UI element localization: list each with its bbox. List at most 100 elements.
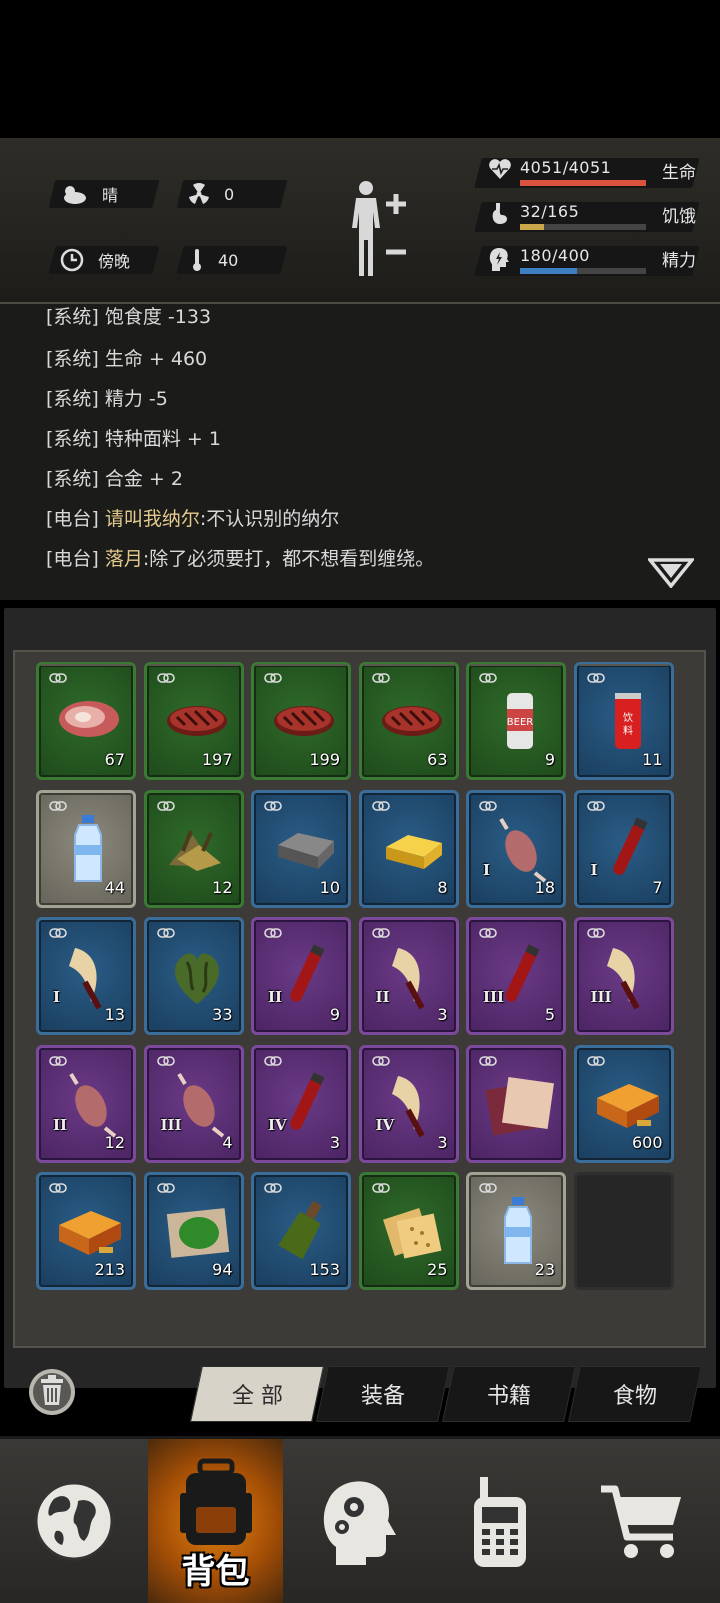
tab-all[interactable]: 全 部 — [190, 1366, 324, 1422]
raw-steak-icon — [59, 701, 119, 737]
health-value: 4051/4051 — [520, 158, 612, 177]
inventory-slot-gold-bar[interactable]: 8 — [358, 789, 459, 908]
health-label: 生命 — [662, 163, 696, 183]
log-line: [系统] 合金 + 2 — [46, 468, 183, 490]
radio-line: [电台] 落月:除了必须要打，都不想看到缠绕。 — [46, 548, 435, 570]
health-bar — [520, 180, 646, 186]
ammo-box-icon — [59, 1211, 121, 1255]
tab-equipment[interactable]: 装备 — [316, 1366, 450, 1422]
weather-indicator[interactable]: 晴 — [60, 180, 118, 208]
inventory-slot-blood-vial[interactable]: II 9 — [251, 917, 351, 1035]
temperature-indicator[interactable]: 40 — [190, 246, 238, 274]
inventory-slot-claw[interactable]: III — [573, 917, 674, 1035]
item-count: 9 — [544, 750, 555, 769]
nav-world-map[interactable] — [6, 1439, 141, 1603]
gold-bar-icon — [385, 834, 442, 869]
empty-slot[interactable] — [573, 1172, 674, 1290]
inventory-slot-heart[interactable]: 33 — [143, 917, 244, 1035]
backpack-icon — [179, 1458, 252, 1545]
link-icon — [479, 928, 497, 938]
inventory-slot-green-paste[interactable]: 94 — [143, 1172, 244, 1290]
walkie-talkie-icon — [473, 1477, 526, 1567]
water-bottle-icon — [504, 1197, 532, 1264]
shopping-cart-icon — [600, 1485, 681, 1558]
grid-divider — [363, 664, 454, 666]
inventory-slot-blood-vial[interactable]: I7 — [573, 789, 674, 908]
item-tier: III — [590, 988, 612, 1006]
character-body-button[interactable] — [350, 178, 410, 278]
link-icon — [156, 928, 175, 938]
inventory-slot-ammo-box[interactable]: 213 — [36, 1172, 136, 1290]
link-icon — [156, 800, 175, 811]
inventory-slot-blood-vial[interactable]: III 5 — [466, 917, 566, 1035]
item-count: 10 — [319, 877, 340, 897]
item-count: 25 — [427, 1260, 448, 1279]
item-count: 23 — [534, 1260, 555, 1279]
inventory-slot-cooked-steak[interactable]: 197 — [143, 662, 244, 780]
inventory-slot-beer-can[interactable]: BEER 9 — [466, 662, 566, 780]
inventory-slot-cooked-steak[interactable]: 63 — [358, 662, 459, 780]
item-count: 3 — [329, 1132, 340, 1152]
trash-icon[interactable] — [28, 1364, 76, 1418]
inventory-slot-iron-ingot[interactable]: 10 — [251, 789, 351, 908]
hunger-bar — [520, 224, 646, 230]
green-paste-icon — [166, 1208, 229, 1258]
inventory-slot-molotov[interactable]: 153 — [251, 1172, 351, 1290]
svg-text:BEER: BEER — [507, 717, 533, 728]
radiation-indicator[interactable]: 0 — [188, 180, 234, 208]
item-count: 199 — [309, 750, 340, 769]
inventory-slot-fabric[interactable] — [466, 1044, 566, 1163]
nav-backpack[interactable]: 背包 — [148, 1439, 283, 1603]
item-tier: I — [483, 860, 491, 879]
inventory-slot-raw-steak[interactable]: 67 — [36, 662, 136, 780]
head-gears-icon — [323, 1481, 396, 1565]
inventory-slot-claw[interactable]: IV 3 — [358, 1044, 459, 1163]
link-icon — [586, 928, 605, 938]
expand-log-chevron-icon[interactable] — [648, 558, 694, 588]
inventory-slot-water-bottle[interactable]: 44 — [36, 789, 136, 908]
tab-books[interactable]: 书籍 — [442, 1366, 576, 1422]
inventory-slot-water-bottle[interactable]: 23 — [466, 1172, 566, 1290]
nav-shop[interactable] — [574, 1439, 709, 1603]
herb-pile-icon — [168, 829, 221, 871]
bottom-navigation: 背包 — [0, 1436, 720, 1603]
inventory-slot-herb-pile[interactable]: 12 — [143, 789, 244, 908]
inventory-slot-ammo-box[interactable]: 600 — [573, 1044, 674, 1163]
tab-food[interactable]: 食物 — [568, 1366, 702, 1422]
item-count: 153 — [309, 1260, 340, 1279]
inventory-slot-claw[interactable]: II 3 — [358, 917, 459, 1035]
time-indicator[interactable]: 傍晚 — [60, 246, 130, 274]
svg-text:饮: 饮 — [623, 711, 633, 724]
inventory-slot-claw[interactable]: I 13 — [36, 917, 136, 1035]
inventory-slot-soda-can[interactable]: 饮料 11 — [573, 662, 674, 780]
weather-value: 晴 — [102, 186, 119, 205]
category-tabs: 全 部 装备 书籍 食物 — [190, 1366, 702, 1422]
inventory-slot-muscle[interactable]: II 12 — [36, 1044, 136, 1163]
log-line: [系统] 生命 + 460 — [46, 348, 208, 370]
item-count: 44 — [104, 877, 125, 897]
cooked-steak-icon — [166, 706, 227, 736]
item-count: 3 — [437, 1005, 448, 1024]
inventory-slot-muscle[interactable]: III 4 — [143, 1044, 244, 1163]
link-icon — [371, 800, 390, 811]
nav-skills[interactable] — [290, 1439, 425, 1603]
link-icon — [479, 673, 497, 683]
inventory-slot-muscle[interactable]: I 18 — [466, 789, 566, 908]
link-icon — [156, 1055, 175, 1066]
link-icon — [586, 673, 605, 683]
link-icon — [371, 1055, 390, 1066]
energy-bar — [520, 268, 646, 274]
time-value: 傍晚 — [98, 252, 131, 271]
log-line: [系统] 特种面料 + 1 — [46, 428, 221, 450]
muscle-icon — [499, 817, 547, 883]
inventory-slot-cooked-steak[interactable]: 199 — [251, 662, 351, 780]
inventory-slot-blood-vial[interactable]: IV 3 — [251, 1044, 351, 1163]
link-icon — [479, 800, 497, 811]
link-icon — [586, 1055, 605, 1066]
nav-radio[interactable] — [432, 1439, 567, 1603]
item-count: 197 — [201, 750, 233, 769]
grid-divider — [471, 664, 561, 666]
message-log[interactable]: [系统] 饱食度 -133 [系统] 生命 + 460 [系统] 精力 -5 [… — [0, 304, 720, 600]
item-tier: I — [53, 988, 61, 1006]
inventory-slot-crackers[interactable]: 25 — [358, 1172, 459, 1290]
